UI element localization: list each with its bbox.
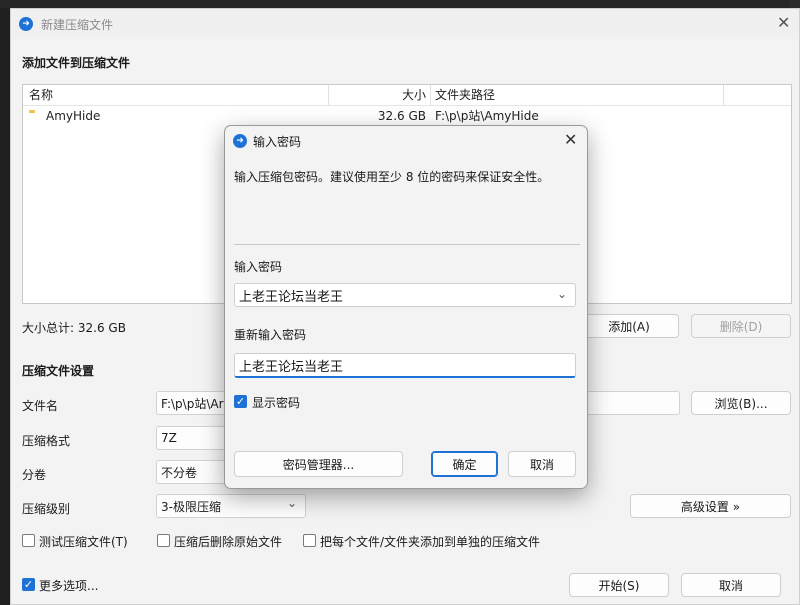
password-dialog: ➜ 输入密码 ✕ 输入压缩包密码。建议使用至少 8 位的密码来保证安全性。 输入… — [224, 125, 588, 489]
app-logo-icon: ➜ — [19, 17, 33, 31]
add-section-title: 添加文件到压缩文件 — [22, 56, 131, 70]
more-options-label: 更多选项... — [39, 579, 99, 593]
cancel-button[interactable]: 取消 — [681, 573, 781, 597]
dialog-close-icon[interactable]: ✕ — [564, 130, 577, 149]
password-manager-button[interactable]: 密码管理器... — [234, 451, 403, 477]
desktop-background-top — [0, 0, 800, 8]
total-size: 大小总计: 32.6 GB — [22, 321, 126, 335]
divider — [234, 244, 580, 245]
dialog-logo-icon: ➜ — [233, 134, 247, 148]
start-button[interactable]: 开始(S) — [569, 573, 669, 597]
each-separate-label: 把每个文件/文件夹添加到单独的压缩文件 — [320, 535, 541, 549]
more-options-checkbox[interactable]: ✓ — [22, 578, 35, 591]
repassword-label: 重新输入密码 — [234, 328, 307, 342]
add-button[interactable]: 添加(A) — [579, 314, 679, 338]
settings-section-title: 压缩文件设置 — [22, 364, 95, 378]
table-row[interactable]: AmyHide 32.6 GB F:\p\p站\AmyHide — [23, 106, 791, 126]
row-size: 32.6 GB — [377, 109, 426, 123]
level-select[interactable]: 3-极限压缩 — [156, 494, 306, 518]
repassword-value: 上老王论坛当老王 — [239, 359, 344, 375]
show-password-checkbox[interactable]: ✓ — [234, 395, 247, 408]
browse-button[interactable]: 浏览(B)... — [691, 391, 791, 415]
row-path: F:\p\p站\AmyHide — [435, 109, 539, 123]
password-value: 上老王论坛当老王 — [239, 289, 344, 305]
repassword-input[interactable]: 上老王论坛当老王 — [234, 353, 576, 378]
column-path-header[interactable]: 文件夹路径 — [435, 85, 495, 105]
window-close-icon[interactable]: ✕ — [777, 13, 790, 32]
volume-label: 分卷 — [22, 468, 47, 482]
title-bar: ➜ 新建压缩文件 ✕ — [11, 9, 799, 39]
password-input[interactable]: 上老王论坛当老王 ⌄ — [234, 283, 576, 307]
test-archive-label: 测试压缩文件(T) — [39, 535, 128, 549]
format-label: 压缩格式 — [22, 434, 71, 448]
column-name-header[interactable]: 名称 — [29, 85, 53, 105]
row-name: AmyHide — [46, 109, 101, 123]
password-label: 输入密码 — [234, 260, 283, 274]
each-separate-checkbox[interactable] — [303, 534, 316, 547]
delete-button[interactable]: 删除(D) — [691, 314, 791, 338]
file-list-header: 名称 大小 文件夹路径 — [23, 85, 791, 106]
test-archive-checkbox[interactable] — [22, 534, 35, 547]
chevron-down-icon[interactable]: ⌄ — [557, 287, 567, 301]
password-hint: 输入压缩包密码。建议使用至少 8 位的密码来保证安全性。 — [234, 170, 550, 184]
ok-button[interactable]: 确定 — [431, 451, 498, 477]
dialog-cancel-button[interactable]: 取消 — [508, 451, 576, 477]
delete-after-label: 压缩后删除原始文件 — [174, 535, 283, 549]
level-label: 压缩级别 — [22, 502, 71, 516]
filename-label: 文件名 — [22, 399, 59, 413]
advanced-settings-button[interactable]: 高级设置 » — [630, 494, 791, 518]
delete-after-checkbox[interactable] — [157, 534, 170, 547]
dialog-title: 输入密码 — [253, 135, 302, 149]
window-title: 新建压缩文件 — [41, 18, 114, 32]
show-password-label: 显示密码 — [252, 396, 301, 410]
column-size-header[interactable]: 大小 — [333, 85, 426, 105]
